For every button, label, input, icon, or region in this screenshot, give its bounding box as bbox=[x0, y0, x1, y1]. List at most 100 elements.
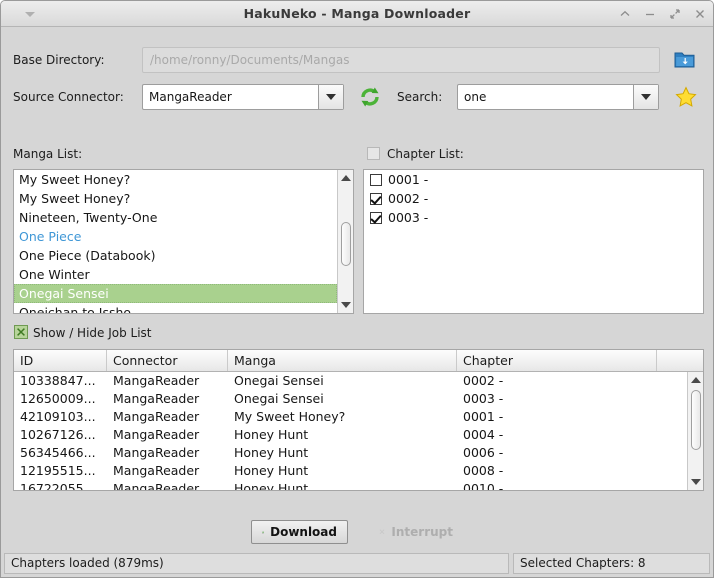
table-row[interactable]: 12650009... MangaReader Onegai Sensei 00… bbox=[14, 390, 687, 408]
chapter-list-label: Chapter List: bbox=[387, 147, 464, 161]
table-body: 10338847... MangaReader Onegai Sensei 00… bbox=[14, 372, 687, 490]
chapter-list-items: 0001 - 0002 - 0003 - bbox=[364, 170, 703, 313]
cell-id: 10338847... bbox=[20, 373, 96, 388]
cell-connector: MangaReader bbox=[113, 373, 200, 388]
checkbox-checked-icon[interactable] bbox=[370, 192, 382, 205]
status-selected-chapters: Selected Chapters: 8 bbox=[513, 553, 710, 574]
cell-manga: Honey Hunt bbox=[234, 427, 309, 442]
scroll-arrow-down-icon[interactable] bbox=[691, 479, 701, 485]
column-header-connector[interactable]: Connector bbox=[107, 350, 228, 371]
table-row[interactable]: 42109103... MangaReader My Sweet Honey? … bbox=[14, 408, 687, 426]
status-bar: Chapters loaded (879ms) Selected Chapter… bbox=[4, 553, 710, 574]
table-header-row: ID Connector Manga Chapter bbox=[14, 350, 703, 372]
scrollbar-thumb[interactable] bbox=[691, 390, 701, 450]
download-button[interactable]: Download bbox=[251, 520, 348, 544]
chapter-item-label: 0003 - bbox=[388, 210, 429, 225]
search-value: one bbox=[464, 90, 487, 104]
interrupt-button-label: Interrupt bbox=[391, 525, 453, 539]
manga-list[interactable]: My Sweet Honey? My Sweet Honey? Nineteen… bbox=[13, 169, 354, 314]
column-header-id[interactable]: ID bbox=[14, 350, 107, 371]
source-connector-label: Source Connector: bbox=[13, 90, 124, 104]
cell-manga: Honey Hunt bbox=[234, 481, 309, 490]
window-controls bbox=[618, 1, 707, 26]
list-item[interactable]: My Sweet Honey? bbox=[14, 170, 337, 189]
refresh-icon[interactable] bbox=[357, 85, 383, 109]
list-item[interactable]: One Winter bbox=[14, 265, 337, 284]
download-button-label: Download bbox=[270, 525, 337, 539]
show-hide-job-list-checkbox[interactable] bbox=[14, 325, 28, 339]
folder-download-icon[interactable] bbox=[673, 49, 697, 71]
download-arrow-icon bbox=[262, 530, 264, 534]
show-hide-job-list-label[interactable]: Show / Hide Job List bbox=[33, 326, 152, 340]
column-header-chapter[interactable]: Chapter bbox=[457, 350, 657, 371]
scroll-arrow-down-icon[interactable] bbox=[341, 302, 351, 308]
list-item[interactable]: Oneichan to Issho bbox=[14, 303, 337, 313]
chapter-item[interactable]: 0003 - bbox=[364, 208, 703, 227]
cell-id: 42109103... bbox=[20, 409, 96, 424]
manga-list-label: Manga List: bbox=[13, 147, 83, 161]
table-row[interactable]: 10267126... MangaReader Honey Hunt 0004 … bbox=[14, 426, 687, 444]
base-directory-input[interactable]: /home/ronny/Documents/Mangas bbox=[142, 47, 660, 73]
chapter-select-all-checkbox[interactable] bbox=[367, 147, 380, 160]
maximize-expand-arrows-icon[interactable] bbox=[668, 7, 682, 21]
table-row[interactable]: 56345466... MangaReader Honey Hunt 0006 … bbox=[14, 444, 687, 462]
cell-connector: MangaReader bbox=[113, 427, 200, 442]
column-header-spacer bbox=[657, 350, 689, 371]
checkbox-checked-icon[interactable] bbox=[370, 211, 382, 224]
list-item[interactable]: My Sweet Honey? bbox=[14, 189, 337, 208]
cell-chapter: 0002 - bbox=[463, 373, 504, 388]
table-row[interactable]: 12195515... MangaReader Honey Hunt 0008 … bbox=[14, 462, 687, 480]
cell-manga: Onegai Sensei bbox=[234, 391, 324, 406]
source-connector-value: MangaReader bbox=[149, 90, 232, 104]
list-item[interactable]: One Piece bbox=[14, 227, 337, 246]
cell-connector: MangaReader bbox=[113, 445, 200, 460]
cell-chapter: 0003 - bbox=[463, 391, 504, 406]
table-row[interactable]: 16722055... MangaReader Honey Hunt 0010 … bbox=[14, 480, 687, 490]
cell-id: 56345466... bbox=[20, 445, 96, 460]
chapter-item-label: 0001 - bbox=[388, 172, 429, 187]
chapter-list[interactable]: 0001 - 0002 - 0003 - bbox=[363, 169, 704, 314]
cell-chapter: 0006 - bbox=[463, 445, 504, 460]
cell-connector: MangaReader bbox=[113, 481, 200, 490]
cell-connector: MangaReader bbox=[113, 463, 200, 478]
cell-connector: MangaReader bbox=[113, 409, 200, 424]
base-directory-label: Base Directory: bbox=[13, 53, 105, 67]
cell-manga: My Sweet Honey? bbox=[234, 409, 346, 424]
chapter-item-label: 0002 - bbox=[388, 191, 429, 206]
cell-id: 12650009... bbox=[20, 391, 96, 406]
list-item[interactable]: One Piece (Databook) bbox=[14, 246, 337, 265]
cell-chapter: 0010 - bbox=[463, 481, 504, 490]
close-x-icon[interactable] bbox=[693, 7, 707, 21]
checkbox-unchecked-icon[interactable] bbox=[370, 173, 382, 186]
status-message: Chapters loaded (879ms) bbox=[4, 553, 509, 574]
table-row[interactable]: 10338847... MangaReader Onegai Sensei 00… bbox=[14, 372, 687, 390]
shade-chevron-up-icon[interactable] bbox=[618, 7, 632, 21]
cell-connector: MangaReader bbox=[113, 391, 200, 406]
cell-chapter: 0004 - bbox=[463, 427, 504, 442]
source-connector-select[interactable]: MangaReader bbox=[142, 84, 344, 110]
column-header-manga[interactable]: Manga bbox=[228, 350, 457, 371]
chapter-item[interactable]: 0002 - bbox=[364, 189, 703, 208]
star-icon[interactable] bbox=[674, 85, 698, 109]
chapter-item[interactable]: 0001 - bbox=[364, 170, 703, 189]
scissors-icon bbox=[379, 529, 385, 535]
search-input[interactable]: one bbox=[457, 84, 659, 110]
search-chevron-down-icon[interactable] bbox=[633, 85, 658, 109]
cell-id: 10267126... bbox=[20, 427, 96, 442]
scroll-arrow-up-icon[interactable] bbox=[341, 175, 351, 181]
minimize-minus-icon[interactable] bbox=[643, 7, 657, 21]
cell-manga: Onegai Sensei bbox=[234, 373, 324, 388]
list-item[interactable]: Nineteen, Twenty-One bbox=[14, 208, 337, 227]
scrollbar-thumb[interactable] bbox=[341, 222, 351, 266]
source-connector-chevron-down-icon[interactable] bbox=[318, 85, 343, 109]
search-label: Search: bbox=[397, 90, 443, 104]
manga-list-items: My Sweet Honey? My Sweet Honey? Nineteen… bbox=[14, 170, 337, 313]
scroll-arrow-up-icon[interactable] bbox=[691, 377, 701, 383]
job-list-scrollbar[interactable] bbox=[687, 372, 703, 490]
cell-manga: Honey Hunt bbox=[234, 445, 309, 460]
job-list-table[interactable]: ID Connector Manga Chapter 10338847... M… bbox=[13, 349, 704, 491]
manga-list-scrollbar[interactable] bbox=[337, 170, 353, 313]
list-item-selected[interactable]: Onegai Sensei bbox=[14, 284, 337, 303]
window-title: HakuNeko - Manga Downloader bbox=[243, 6, 471, 21]
cell-chapter: 0001 - bbox=[463, 409, 504, 424]
